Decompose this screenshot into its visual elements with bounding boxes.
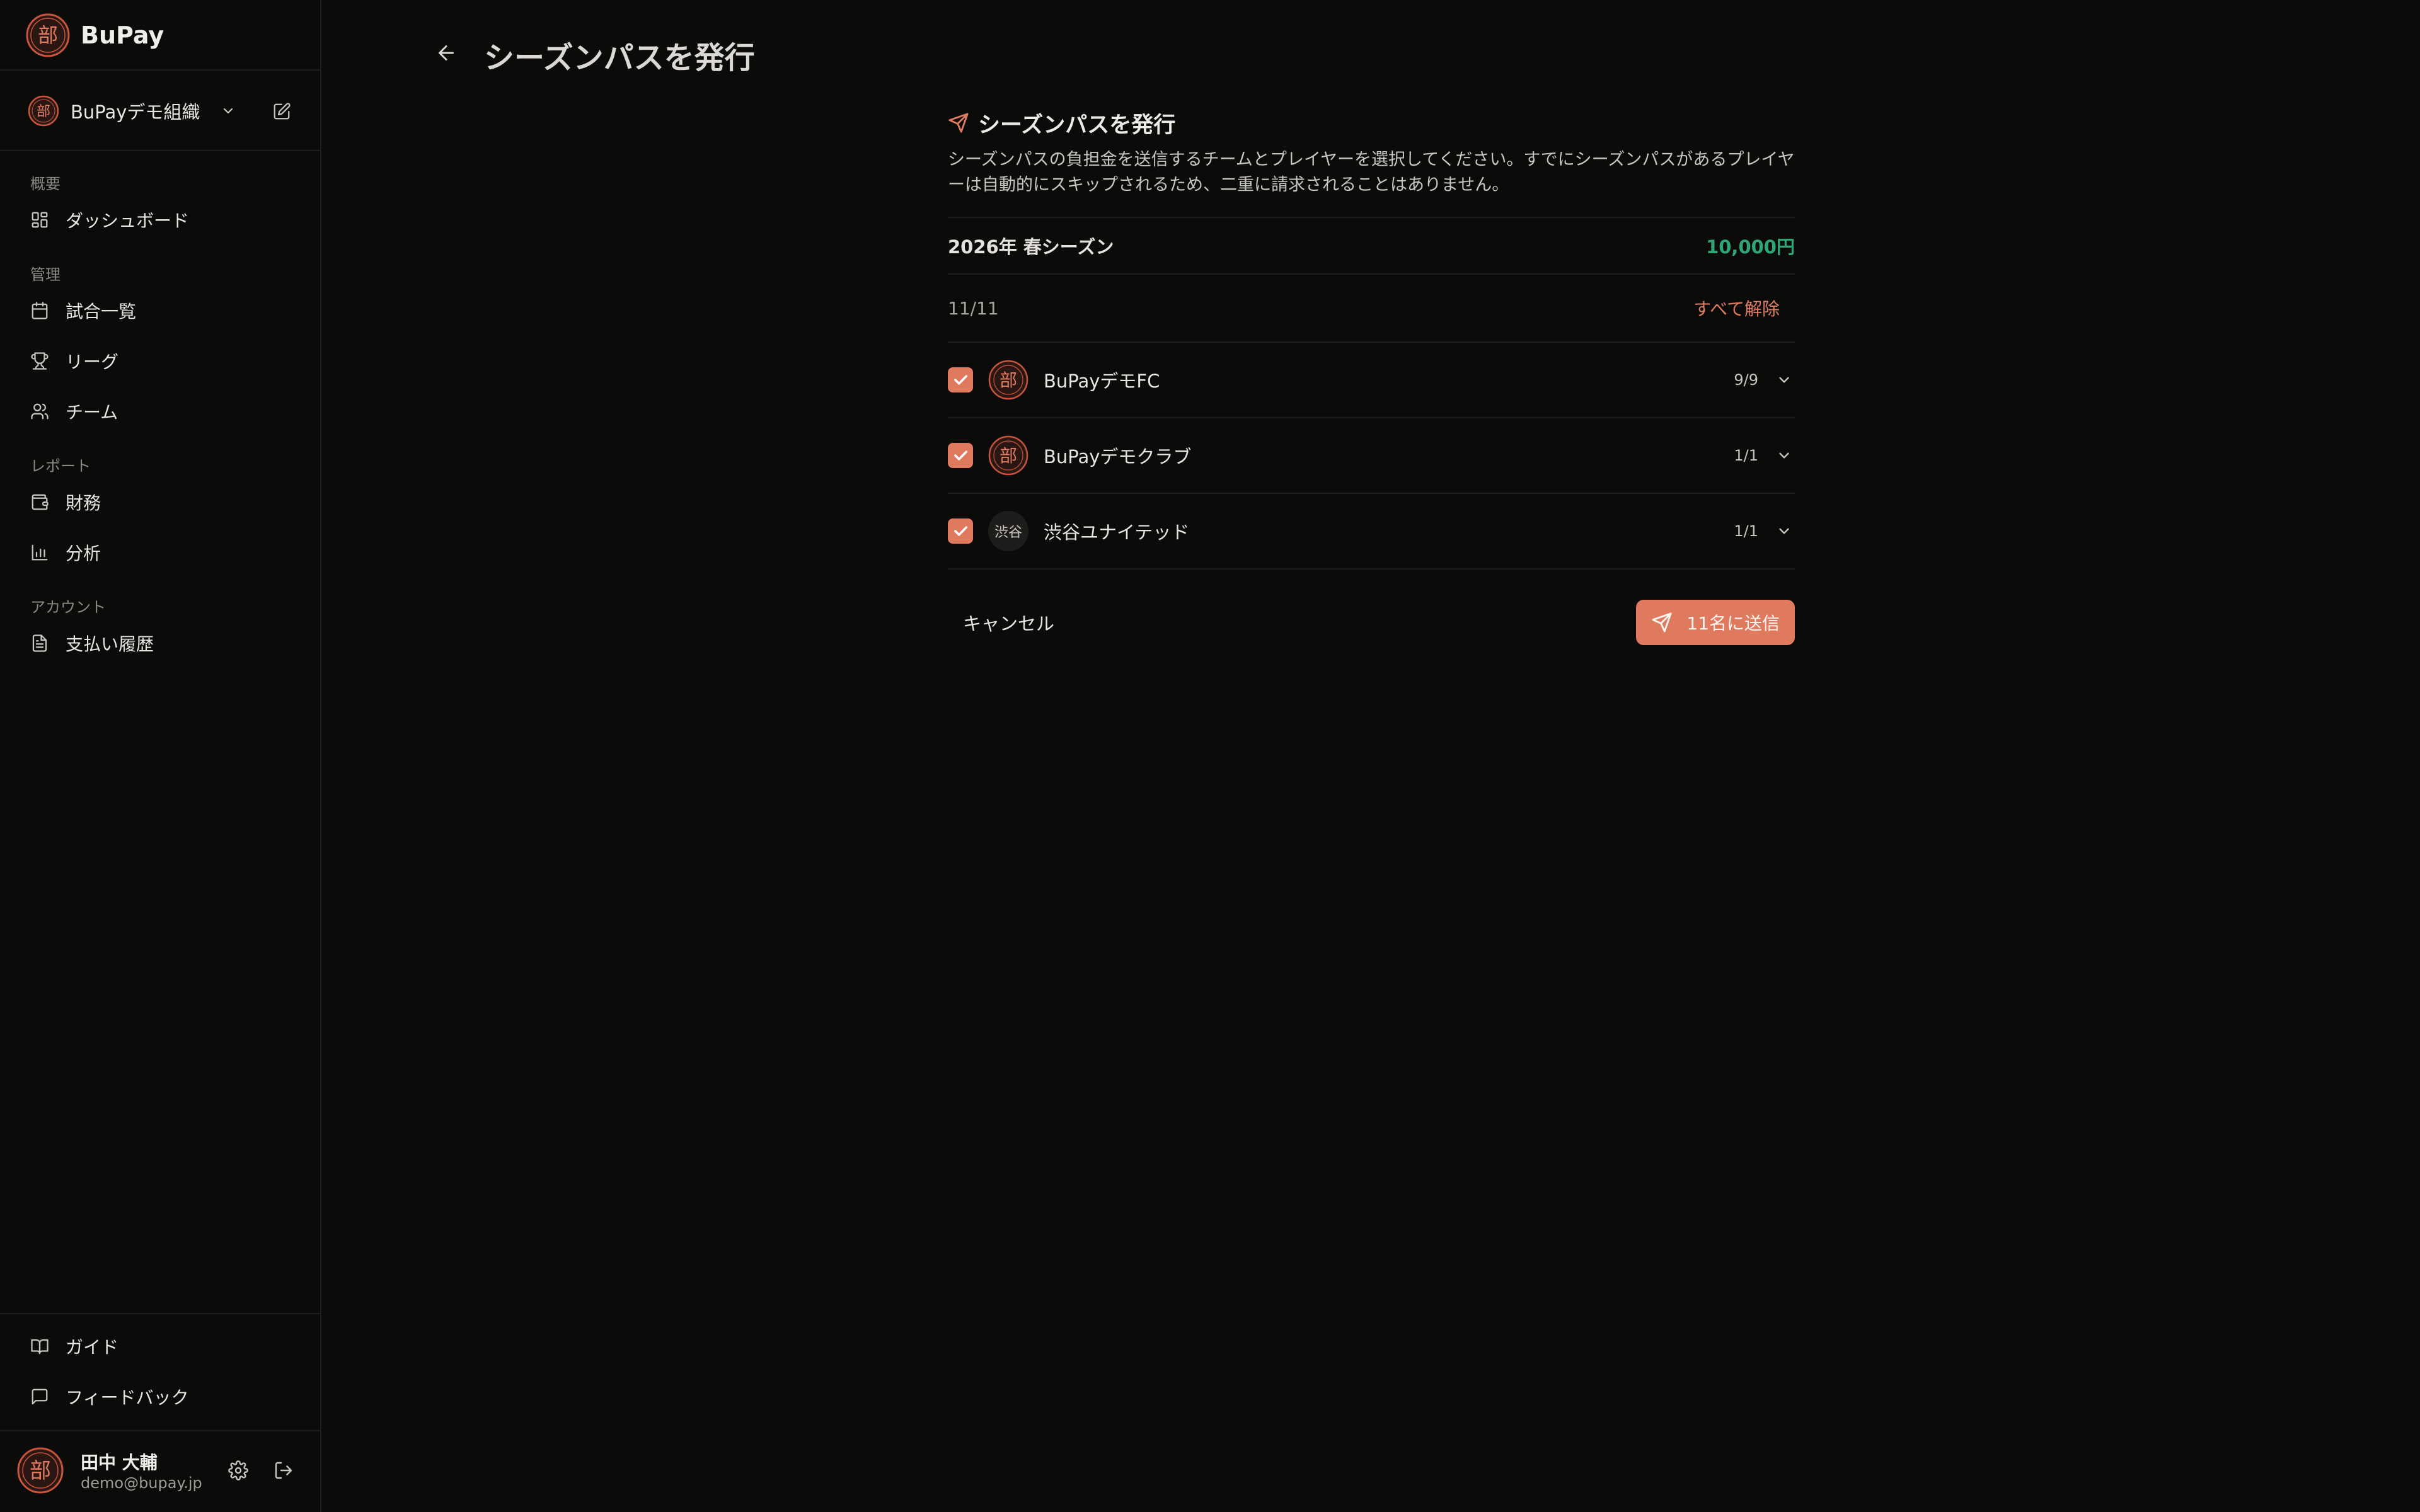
svg-text:部: 部 — [1000, 370, 1017, 391]
team-row[interactable]: 部 BuPayデモFC 9/9 — [948, 341, 1795, 417]
bupay-logo-icon: 部 — [26, 13, 70, 57]
nav-item-dashboard[interactable]: ダッシュボード — [30, 204, 295, 236]
edit-icon[interactable] — [272, 102, 291, 121]
nav-item-league[interactable]: リーグ — [30, 345, 295, 377]
nav-item-label: ダッシュボード — [66, 210, 190, 231]
send-button[interactable]: 11名に送信 — [1636, 600, 1795, 645]
nav-item-guide[interactable]: ガイド — [30, 1331, 295, 1362]
nav-item-label: ガイド — [66, 1337, 119, 1358]
page-title: シーズンパスを発行 — [484, 40, 755, 76]
team-name: BuPayデモFC — [1044, 370, 1160, 392]
sidebar: 部 BuPay 部 BuPayデモ組織 概要 ダッシュボード 管理 試合一覧 リ… — [0, 0, 321, 1512]
nav-item-payment-history[interactable]: 支払い履歴 — [30, 627, 295, 659]
nav-section-manage: 管理 — [30, 266, 60, 284]
nav-item-analytics[interactable]: 分析 — [30, 537, 295, 568]
bar-chart-icon — [32, 544, 48, 561]
selection-count: 11/11 — [948, 297, 999, 319]
send-button-label: 11名に送信 — [1686, 613, 1780, 634]
nav-item-teams[interactable]: チーム — [30, 396, 295, 427]
chevron-down-icon[interactable] — [221, 103, 236, 118]
svg-text:部: 部 — [38, 23, 58, 47]
team-row[interactable]: 部 BuPayデモクラブ 1/1 — [948, 417, 1795, 493]
nav-section-account: アカウント — [30, 598, 106, 616]
season-info: 2026年 春シーズン 10,000円 — [948, 218, 1795, 273]
team-logo-text: 渋谷 — [988, 511, 1028, 551]
divider — [0, 1313, 320, 1314]
nav-item-label: リーグ — [66, 352, 119, 372]
team-row[interactable]: 渋谷 渋谷ユナイテッド 1/1 — [948, 493, 1795, 568]
logout-icon[interactable] — [274, 1460, 294, 1480]
nav-item-label: フィードバック — [66, 1387, 189, 1408]
send-icon — [948, 113, 969, 133]
chevron-down-icon[interactable] — [1776, 372, 1792, 388]
brand[interactable]: 部 BuPay — [25, 13, 164, 58]
panel-description: シーズンパスの負担金を送信するチームとプレイヤーを選択してください。すでにシーズ… — [948, 150, 1795, 195]
team-player-count: 9/9 — [1734, 371, 1758, 389]
user-name: 田中 大輔 — [81, 1452, 158, 1473]
svg-text:部: 部 — [37, 104, 50, 120]
nav-item-feedback[interactable]: フィードバック — [30, 1381, 295, 1412]
avatar[interactable]: 部 — [16, 1446, 64, 1494]
team-player-count: 1/1 — [1734, 447, 1758, 464]
team-checkbox[interactable] — [948, 443, 973, 468]
svg-text:部: 部 — [1000, 445, 1017, 466]
nav-section-reports: レポート — [30, 457, 91, 475]
selection-summary: 11/11 すべて解除 — [948, 275, 1795, 341]
org-switcher[interactable]: 部 BuPayデモ組織 — [28, 94, 299, 127]
nav-item-label: 試合一覧 — [66, 301, 137, 322]
cancel-button[interactable]: キャンセル — [963, 609, 1054, 636]
season-price: 10,000円 — [1706, 236, 1795, 258]
calendar-icon — [32, 302, 48, 319]
panel-title: シーズンパスを発行 — [978, 112, 1176, 138]
team-name: BuPayデモクラブ — [1044, 446, 1192, 467]
user-email: demo@bupay.jp — [81, 1474, 202, 1492]
org-name: BuPayデモ組織 — [71, 101, 200, 123]
check-icon — [954, 375, 968, 385]
org-logo-icon: 部 — [28, 95, 59, 127]
team-player-count: 1/1 — [1734, 522, 1758, 540]
season-name: 2026年 春シーズン — [948, 236, 1114, 258]
check-icon — [954, 526, 968, 536]
team-logo-icon: 部 — [988, 435, 1028, 476]
chevron-down-icon[interactable] — [1776, 447, 1792, 464]
clear-all-button[interactable]: すべて解除 — [1693, 295, 1780, 321]
trophy-icon — [31, 352, 49, 370]
divider — [0, 1430, 320, 1431]
form-actions: キャンセル 11名に送信 — [948, 568, 1795, 675]
message-icon — [32, 1389, 48, 1405]
panel-header: シーズンパスを発行 — [948, 107, 1795, 139]
divider — [0, 150, 320, 151]
wallet-icon — [32, 494, 49, 510]
nav-item-label: 分析 — [66, 543, 101, 564]
nav-item-finance[interactable]: 財務 — [30, 486, 295, 518]
nav-item-label: 支払い履歴 — [66, 634, 154, 655]
gear-icon[interactable] — [228, 1460, 248, 1480]
divider — [0, 69, 320, 71]
users-icon — [31, 403, 49, 420]
team-checkbox[interactable] — [948, 518, 973, 544]
nav-item-matches[interactable]: 試合一覧 — [30, 295, 295, 326]
dashboard-icon — [32, 212, 48, 228]
team-checkbox[interactable] — [948, 367, 973, 392]
book-icon — [31, 1339, 49, 1354]
back-arrow-icon[interactable] — [435, 42, 458, 64]
check-icon — [954, 450, 968, 461]
season-pass-panel: シーズンパスを発行 シーズンパスの負担金を送信するチームとプレイヤーを選択してく… — [948, 107, 1795, 675]
svg-text:部: 部 — [30, 1458, 51, 1484]
nav-section-overview: 概要 — [30, 175, 60, 193]
team-logo-icon: 部 — [988, 360, 1028, 400]
chevron-down-icon[interactable] — [1776, 523, 1792, 539]
nav-item-label: 財務 — [66, 493, 101, 513]
document-icon — [32, 634, 47, 652]
app-name: BuPay — [81, 21, 164, 49]
team-name: 渋谷ユナイテッド — [1044, 522, 1190, 543]
user-profile: 部 田中 大輔 demo@bupay.jp — [16, 1443, 306, 1499]
nav-item-label: チーム — [66, 402, 118, 423]
send-icon — [1652, 612, 1672, 633]
